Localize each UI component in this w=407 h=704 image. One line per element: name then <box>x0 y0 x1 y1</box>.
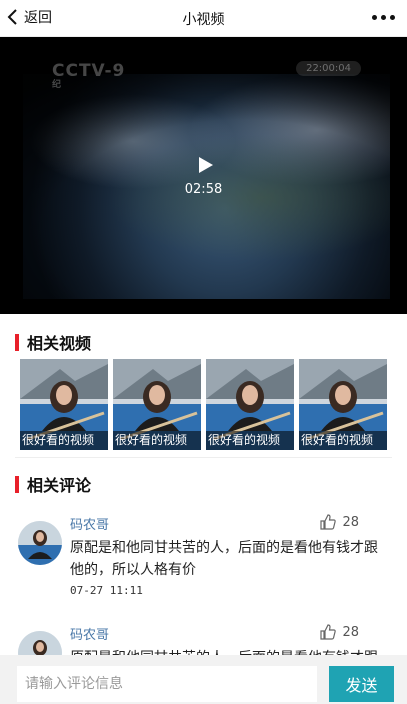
video-duration: 02:58 <box>184 182 223 197</box>
play-icon[interactable] <box>197 156 215 174</box>
comment-username[interactable]: 码农哥 <box>70 514 109 533</box>
section-accent-bar <box>15 475 19 493</box>
related-video-item[interactable]: 很好看的视频 <box>206 359 294 450</box>
avatar[interactable] <box>18 521 62 565</box>
like-count: 28 <box>342 624 359 640</box>
comment-input[interactable] <box>17 666 317 702</box>
divider <box>15 457 392 458</box>
related-videos-heading: 相关视频 <box>15 332 91 353</box>
like-button[interactable]: 28 <box>320 624 359 640</box>
related-video-caption: 很好看的视频 <box>20 431 108 450</box>
thumbs-up-icon <box>320 514 337 530</box>
more-dots-icon[interactable] <box>372 15 395 20</box>
comment-time: 07-27 11:11 <box>70 584 143 597</box>
comment-input-bar: 发送 <box>0 655 407 704</box>
thumbs-up-icon <box>320 624 337 640</box>
send-button[interactable]: 发送 <box>329 666 394 702</box>
related-video-item[interactable]: 很好看的视频 <box>20 359 108 450</box>
page-title: 小视频 <box>182 12 225 28</box>
comment-username[interactable]: 码农哥 <box>70 624 109 643</box>
related-videos-list: 很好看的视频 很好看的视频 很好看的视频 很好看的视频 <box>20 359 387 450</box>
related-video-caption: 很好看的视频 <box>206 431 294 450</box>
channel-logo: CCTV-9 纪 <box>52 61 126 90</box>
related-video-caption: 很好看的视频 <box>299 431 387 450</box>
related-video-item[interactable]: 很好看的视频 <box>113 359 201 450</box>
section-accent-bar <box>15 333 19 351</box>
top-nav-bar: 返回 小视频 <box>0 0 407 37</box>
related-video-caption: 很好看的视频 <box>113 431 201 450</box>
related-video-item[interactable]: 很好看的视频 <box>299 359 387 450</box>
comment-text: 原配是和他同甘共苦的人，后面的是看他有钱才跟他的，所以人格有价 <box>70 540 378 578</box>
channel-time-badge: 22:00:04 <box>296 61 361 76</box>
related-comments-heading: 相关评论 <box>15 474 91 495</box>
like-count: 28 <box>342 514 359 530</box>
avatar-image <box>18 521 62 565</box>
video-player[interactable]: CCTV-9 纪 22:00:04 02:58 <box>0 37 407 314</box>
like-button[interactable]: 28 <box>320 514 359 530</box>
